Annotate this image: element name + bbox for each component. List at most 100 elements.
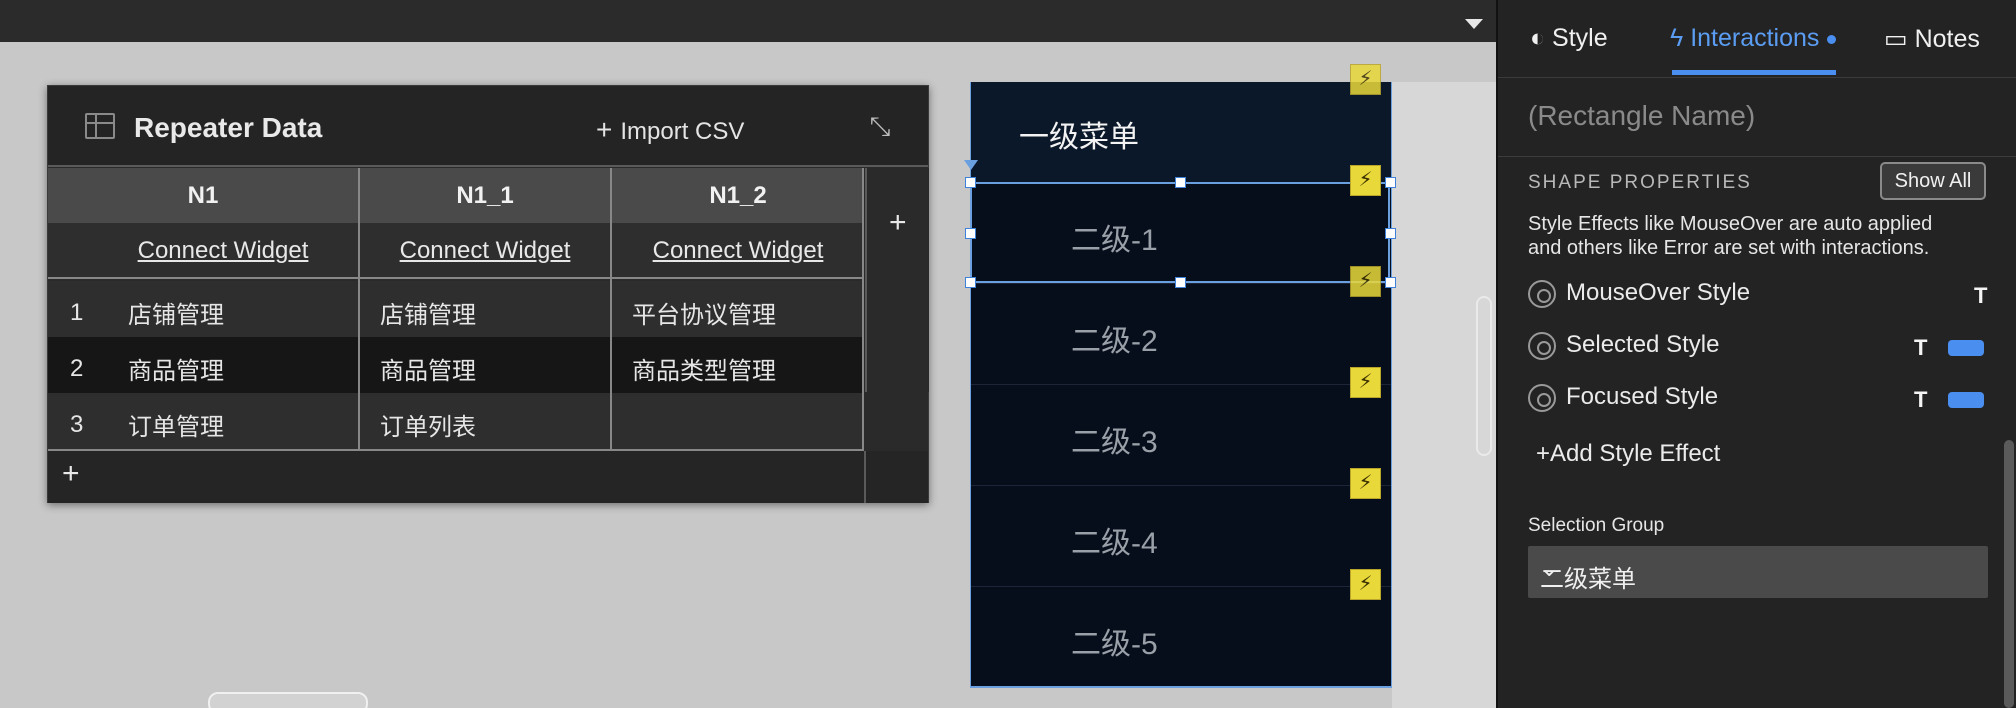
menu-item[interactable]: 二级-5 [971,586,1391,686]
rectangle-name-field[interactable]: (Rectangle Name) [1528,100,1755,132]
selected-style-row[interactable]: Selected Style [1528,331,1719,360]
canvas-horizontal-scrollbar[interactable] [208,692,368,708]
lightning-icon[interactable]: ⚡ [1350,468,1381,499]
column-header[interactable]: N1_2 [612,168,864,223]
table-cell[interactable]: 商品类型管理 [632,351,776,386]
effect-label: Selected Style [1566,331,1720,358]
effect-label: Focused Style [1566,383,1719,410]
resize-handle[interactable] [1175,177,1186,188]
resize-handle[interactable] [1385,177,1396,188]
status-dot [1827,34,1837,44]
tab-interactions[interactable]: ϟ Interactions [1670,24,1837,53]
column-header[interactable]: N1_1 [360,168,610,223]
add-style-effect-label: Add Style Effect [1550,440,1721,467]
plus-icon: + [889,206,907,239]
row-index: 1 [70,299,84,326]
resize-handle[interactable] [965,228,976,239]
menu-item-label: 二级-2 [1071,325,1158,358]
menu-title: 一级菜单 [1019,121,1139,154]
menu-item[interactable]: 二级-3 [971,384,1391,485]
top-toolbar [0,0,1496,42]
menu-item[interactable]: 二级-4 [971,485,1391,586]
lightning-icon[interactable]: ⚡ [1350,64,1381,95]
active-tab-indicator [1672,70,1836,75]
text-style-icon[interactable]: T [1914,335,1927,361]
tab-style[interactable]: ◐ Style [1530,24,1608,53]
chevron-down-icon: ⌄ [1540,556,1559,581]
tab-notes[interactable]: ▭ Notes [1884,24,1980,54]
panel-scrollbar[interactable] [2004,440,2014,708]
selection-group-select[interactable]: 二级菜单 ⌄ [1528,546,1988,598]
menu-item-label: 二级-5 [1071,628,1158,661]
table-row[interactable]: 3 订单管理 订单列表 [48,393,864,449]
menu-header[interactable]: 一级菜单 [971,82,1391,182]
anchor-marker-icon[interactable] [964,160,978,170]
palette-icon: ◐ [1530,24,1553,52]
target-icon [1528,279,1556,308]
tab-interactions-label: Interactions [1690,24,1820,52]
table-cell[interactable]: 订单列表 [380,407,476,442]
resize-handle[interactable] [1175,277,1186,288]
repeater-title: Repeater Data [134,112,323,143]
table-icon [85,113,115,139]
repeater-grid: N1 N1_1 N1_2 Connect Widget Connect Widg… [48,168,864,451]
resize-handle[interactable] [965,177,976,188]
lightning-icon[interactable]: ⚡ [1350,569,1381,600]
divider [1498,156,2016,157]
fill-swatch[interactable] [1948,340,1984,356]
lightning-icon[interactable]: ⚡ [1350,367,1381,398]
inspector-tabs: ◐ Style ϟ Interactions ▭ Notes [1498,0,2016,78]
tab-notes-label: Notes [1914,25,1980,53]
table-cell[interactable]: 商品管理 [128,351,224,386]
target-icon [1528,383,1556,412]
table-row[interactable]: 1 店铺管理 店铺管理 平台协议管理 [48,281,864,337]
text-style-icon[interactable]: T [1974,283,1987,309]
column-header[interactable]: N1 [48,168,358,223]
add-style-effect-button[interactable]: +Add Style Effect [1536,440,1720,468]
divider [864,451,866,503]
connect-widget-link[interactable]: Connect Widget [360,223,610,279]
section-title: SHAPE PROPERTIES [1528,172,1752,193]
mouseover-style-row[interactable]: MouseOver Style [1528,279,1750,308]
table-cell[interactable]: 商品管理 [380,351,476,386]
caret-down-icon[interactable] [1465,19,1483,29]
fill-swatch[interactable] [1948,392,1984,408]
row-index: 3 [70,411,84,438]
collapse-icon[interactable]: ⤡ [862,108,898,144]
text-style-icon[interactable]: T [1914,387,1927,413]
tab-style-label: Style [1552,24,1608,52]
divider [358,168,360,451]
import-csv-button[interactable]: + Import CSV [596,114,744,146]
divider [862,168,864,451]
table-cell[interactable]: 店铺管理 [128,295,224,330]
resize-handle[interactable] [1385,277,1396,288]
menu-widget[interactable]: 一级菜单 二级-1 二级-2 二级-3 二级-4 二级-5 [970,82,1392,688]
style-effects-hint: Style Effects like MouseOver are auto ap… [1528,213,1933,259]
table-cell[interactable]: 平台协议管理 [632,295,776,330]
resize-handle[interactable] [1385,228,1396,239]
repeater-header: Repeater Data + Import CSV ⤡ [48,86,928,167]
resize-handle[interactable] [965,277,976,288]
add-row-button[interactable]: + [48,451,928,503]
effect-label: MouseOver Style [1566,279,1751,306]
table-cell[interactable]: 订单管理 [128,407,224,442]
selection-box[interactable] [970,182,1390,283]
add-column-button[interactable]: + [865,168,929,392]
focused-style-row[interactable]: Focused Style [1528,383,1718,412]
menu-item[interactable]: 二级-2 [971,283,1391,384]
lightning-icon[interactable]: ⚡ [1350,266,1381,297]
connect-widget-link[interactable]: Connect Widget [88,223,358,279]
table-cell[interactable]: 店铺管理 [380,295,476,330]
lightning-outline-icon: ϟ [1670,24,1691,52]
lightning-icon[interactable]: ⚡ [1350,165,1381,196]
canvas-vertical-scrollbar[interactable] [1476,296,1492,456]
table-row[interactable]: 2 商品管理 商品管理 商品类型管理 [48,337,864,393]
repeater-data-panel: Repeater Data + Import CSV ⤡ N1 N1_1 N1_2… [47,85,929,503]
comment-icon: ▭ [1884,25,1915,53]
connect-widget-link[interactable]: Connect Widget [612,223,864,279]
plus-icon: + [62,457,80,490]
target-icon [1528,331,1556,360]
menu-item-label: 二级-4 [1071,527,1158,560]
show-all-button[interactable]: Show All [1880,162,1986,200]
plus-icon: + [1536,440,1551,467]
